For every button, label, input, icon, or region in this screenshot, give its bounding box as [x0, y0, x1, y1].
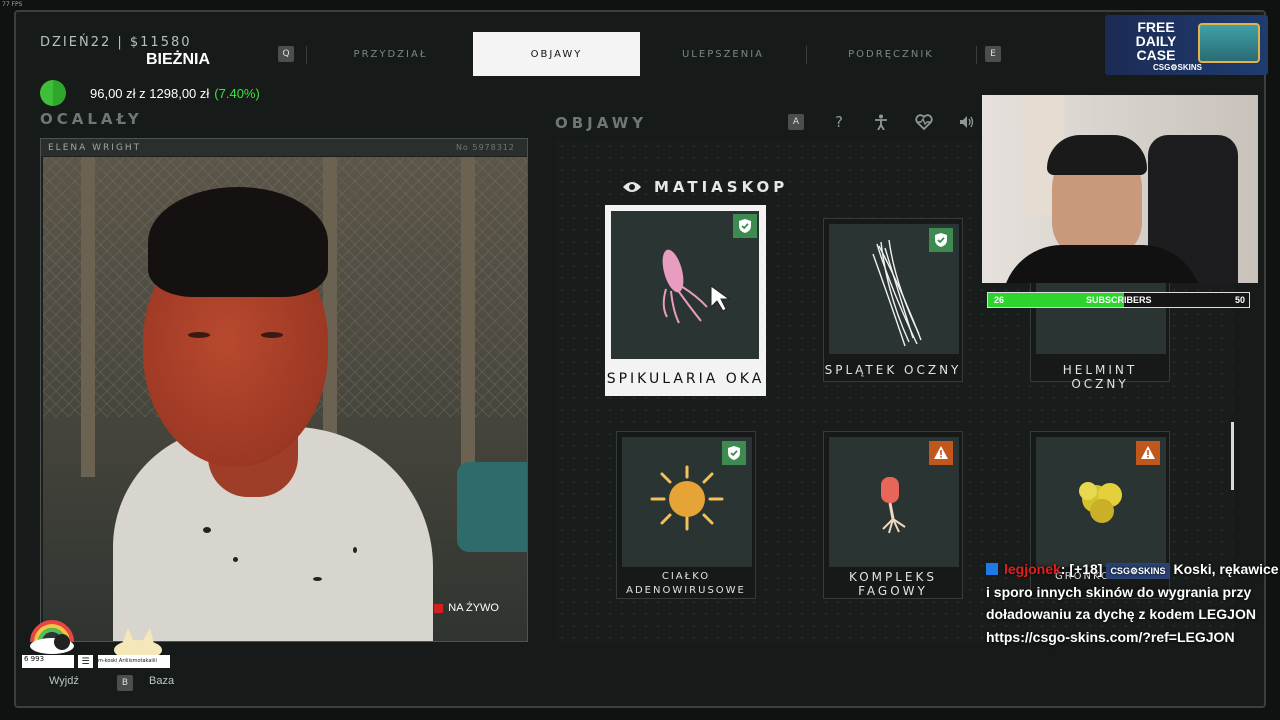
- symptoms-section-title: OBJAWY: [555, 114, 648, 132]
- survivor-camera-feed: NA ŻYWO: [43, 157, 527, 641]
- survivor-name: ELENA WRIGHT: [48, 142, 142, 153]
- twitch-icon: [986, 563, 998, 575]
- main-tabs: Q PRZYDZIAŁ OBJAWY ULEPSZENIA PODRĘCZNIK…: [278, 32, 1008, 76]
- subscriber-label: SUBSCRIBERS: [1086, 295, 1152, 305]
- chat-badge: [+18]: [1069, 561, 1103, 577]
- warning-badge-icon: [1136, 441, 1160, 465]
- free-daily-case-banner[interactable]: FREE DAILY CASE CSG⚙SKINS: [1105, 15, 1268, 75]
- survivor-hair: [148, 187, 328, 297]
- symptom-card-spikularia[interactable]: SPIKULARIA OKA: [605, 205, 766, 396]
- confirmed-badge-icon: [733, 214, 757, 238]
- promo-line: DAILY: [1135, 33, 1177, 49]
- prev-tab-key[interactable]: Q: [278, 46, 294, 62]
- donation-amount: 96,00 zł: [90, 85, 136, 101]
- stain: [203, 527, 211, 533]
- heart-icon[interactable]: [914, 112, 934, 132]
- symptom-card-splatek[interactable]: SPLĄTEK OCZNY: [823, 218, 963, 382]
- streamer-webcam: [982, 95, 1258, 283]
- tab-ulepszenia[interactable]: ULEPSZENIA: [640, 32, 806, 76]
- symptom-name: CIAŁKO ADENOWIRUSOWE: [617, 570, 755, 598]
- stain: [353, 547, 357, 553]
- day-and-money: DZIEŃ22 | $11580: [40, 35, 192, 50]
- survivor-panel: ELENA WRIGHT No 5978312 NA ŻYWO: [40, 138, 528, 642]
- tab-objawy[interactable]: OBJAWY: [473, 32, 640, 76]
- live-label: NA ŻYWO: [448, 602, 499, 614]
- donation-pie-icon: [40, 80, 66, 106]
- promo-line: CASE: [1136, 47, 1176, 63]
- symptom-name: SPLĄTEK OCZNY: [824, 363, 962, 377]
- ticker-text: m-koski Ariiiismotakaiiii: [98, 655, 170, 668]
- tab-separator: [306, 46, 307, 64]
- drill-prop: [457, 462, 527, 552]
- survivor-section-title: OCALAŁY: [40, 110, 143, 128]
- fps-counter: 77 FPS: [2, 1, 23, 8]
- symptoms-scrollbar[interactable]: [1231, 422, 1234, 490]
- symptom-name: HELMINT OCZNY: [1062, 363, 1138, 391]
- fence-post: [461, 157, 475, 477]
- symptom-card-kompleks[interactable]: KOMPLEKS FAGOWY: [823, 431, 963, 599]
- exit-button[interactable]: Wyjdź: [49, 675, 79, 687]
- base-button[interactable]: Baza: [149, 675, 174, 687]
- promo-text: FREE DAILY CASE: [1121, 20, 1191, 62]
- fence-post: [81, 157, 95, 477]
- subscriber-goal-bar: 26 SUBSCRIBERS 50: [987, 292, 1250, 308]
- donation-percent: (7.40%): [214, 85, 260, 101]
- rainbow-cloud-icon: [30, 620, 74, 654]
- next-tab-key[interactable]: E: [985, 46, 1001, 62]
- symptom-name: KOMPLEKS FAGOWY: [824, 570, 962, 598]
- tab-separator: [976, 46, 977, 64]
- confirmed-badge-icon: [722, 441, 746, 465]
- question-icon[interactable]: ?: [829, 112, 849, 132]
- donation-sep: z: [139, 85, 146, 101]
- live-dot-icon: [434, 603, 444, 613]
- streamer-cap: [1047, 135, 1147, 175]
- tab-podrecznik[interactable]: PODRĘCZNIK: [806, 32, 976, 76]
- symptom-name: SPIKULARIA OKA: [606, 371, 765, 387]
- donation-goal: 96,00 zł z 1298,00 zł (7.40%): [40, 78, 315, 108]
- symptoms-filter-key[interactable]: A: [788, 114, 804, 130]
- live-indicator: NA ŻYWO: [434, 602, 499, 614]
- symptom-name-line: FAGOWY: [858, 584, 928, 598]
- donation-goal-amount: 1298,00 zł: [149, 85, 210, 101]
- treadmill-label: BIEŻNIA: [146, 51, 210, 68]
- stain: [313, 577, 322, 581]
- stain: [233, 557, 238, 562]
- symptom-name-line: CIAŁKO: [661, 571, 711, 582]
- microscope-title: MATIASKOP: [654, 178, 789, 196]
- body-icon[interactable]: [871, 112, 891, 132]
- chat-message: legjonek: [+18] CSG⚙SKINS Koski, rękawice …: [986, 561, 1279, 645]
- microscope-header: MATIASKOP: [622, 178, 788, 196]
- survivor-header: ELENA WRIGHT No 5978312: [41, 139, 527, 156]
- promo-line: FREE: [1137, 19, 1175, 35]
- subscriber-goal: 50: [1234, 295, 1245, 305]
- symptom-name-line: KOMPLEKS: [848, 570, 937, 584]
- tab-przydzial[interactable]: PRZYDZIAŁ: [308, 32, 473, 76]
- symptom-name-line: ADENOWIRUSOWE: [626, 585, 746, 596]
- confirmed-badge-icon: [929, 228, 953, 252]
- counter-box: 6 993: [22, 655, 74, 668]
- chat-username: legjonek: [1004, 561, 1061, 577]
- eye-icon: [623, 182, 641, 192]
- warning-badge-icon: [929, 441, 953, 465]
- case-box-icon: [1198, 23, 1260, 63]
- chat-sponsor-tag: CSG⚙SKINS: [1106, 563, 1170, 579]
- base-key[interactable]: B: [117, 675, 133, 691]
- promo-brand: CSG⚙SKINS: [1153, 63, 1202, 72]
- symptom-card-cialko[interactable]: CIAŁKO ADENOWIRUSOWE: [616, 431, 756, 599]
- eye: [261, 332, 283, 338]
- eye: [188, 332, 210, 338]
- survivor-number: No 5978312: [455, 143, 515, 152]
- menu-icon[interactable]: ☰: [78, 655, 93, 668]
- subscriber-current: 26: [994, 295, 1005, 305]
- speaker-icon[interactable]: [957, 112, 977, 132]
